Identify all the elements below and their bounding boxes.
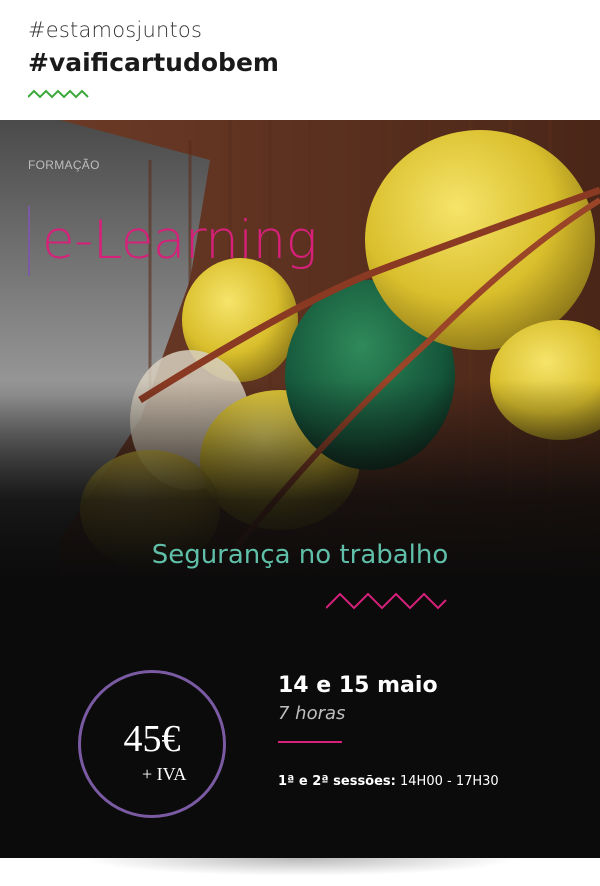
sessions-label: 1ª e 2ª sessões:: [278, 774, 396, 789]
price-vat: + IVA: [142, 764, 187, 784]
course-title: Segurança no trabalho: [151, 540, 449, 570]
session-schedule: 1ª e 2ª sessões: 14H00 - 17H30: [278, 774, 499, 789]
sessions-time: 14H00 - 17H30: [395, 774, 499, 789]
zigzag-green-icon: [28, 89, 89, 99]
hashtag-estamosjuntos: #estamosjuntos: [28, 18, 203, 42]
course-duration: 7 horas: [278, 703, 346, 724]
title-accent-bar: [28, 206, 30, 276]
zigzag-pink-icon: [326, 592, 447, 610]
course-date: 14 e 15 maio: [278, 673, 438, 698]
category-label: FORMAÇÃO: [28, 158, 100, 172]
card-shadow: [80, 858, 520, 876]
divider-line: [278, 741, 342, 743]
hashtag-vaificartudobem: #vaificartudobem: [28, 48, 279, 77]
header: #estamosjuntos #vaificartudobem: [0, 0, 600, 120]
price-value: 45€: [123, 718, 181, 760]
hero-banner: [0, 120, 600, 580]
elearning-title: e-Learning: [42, 210, 317, 271]
